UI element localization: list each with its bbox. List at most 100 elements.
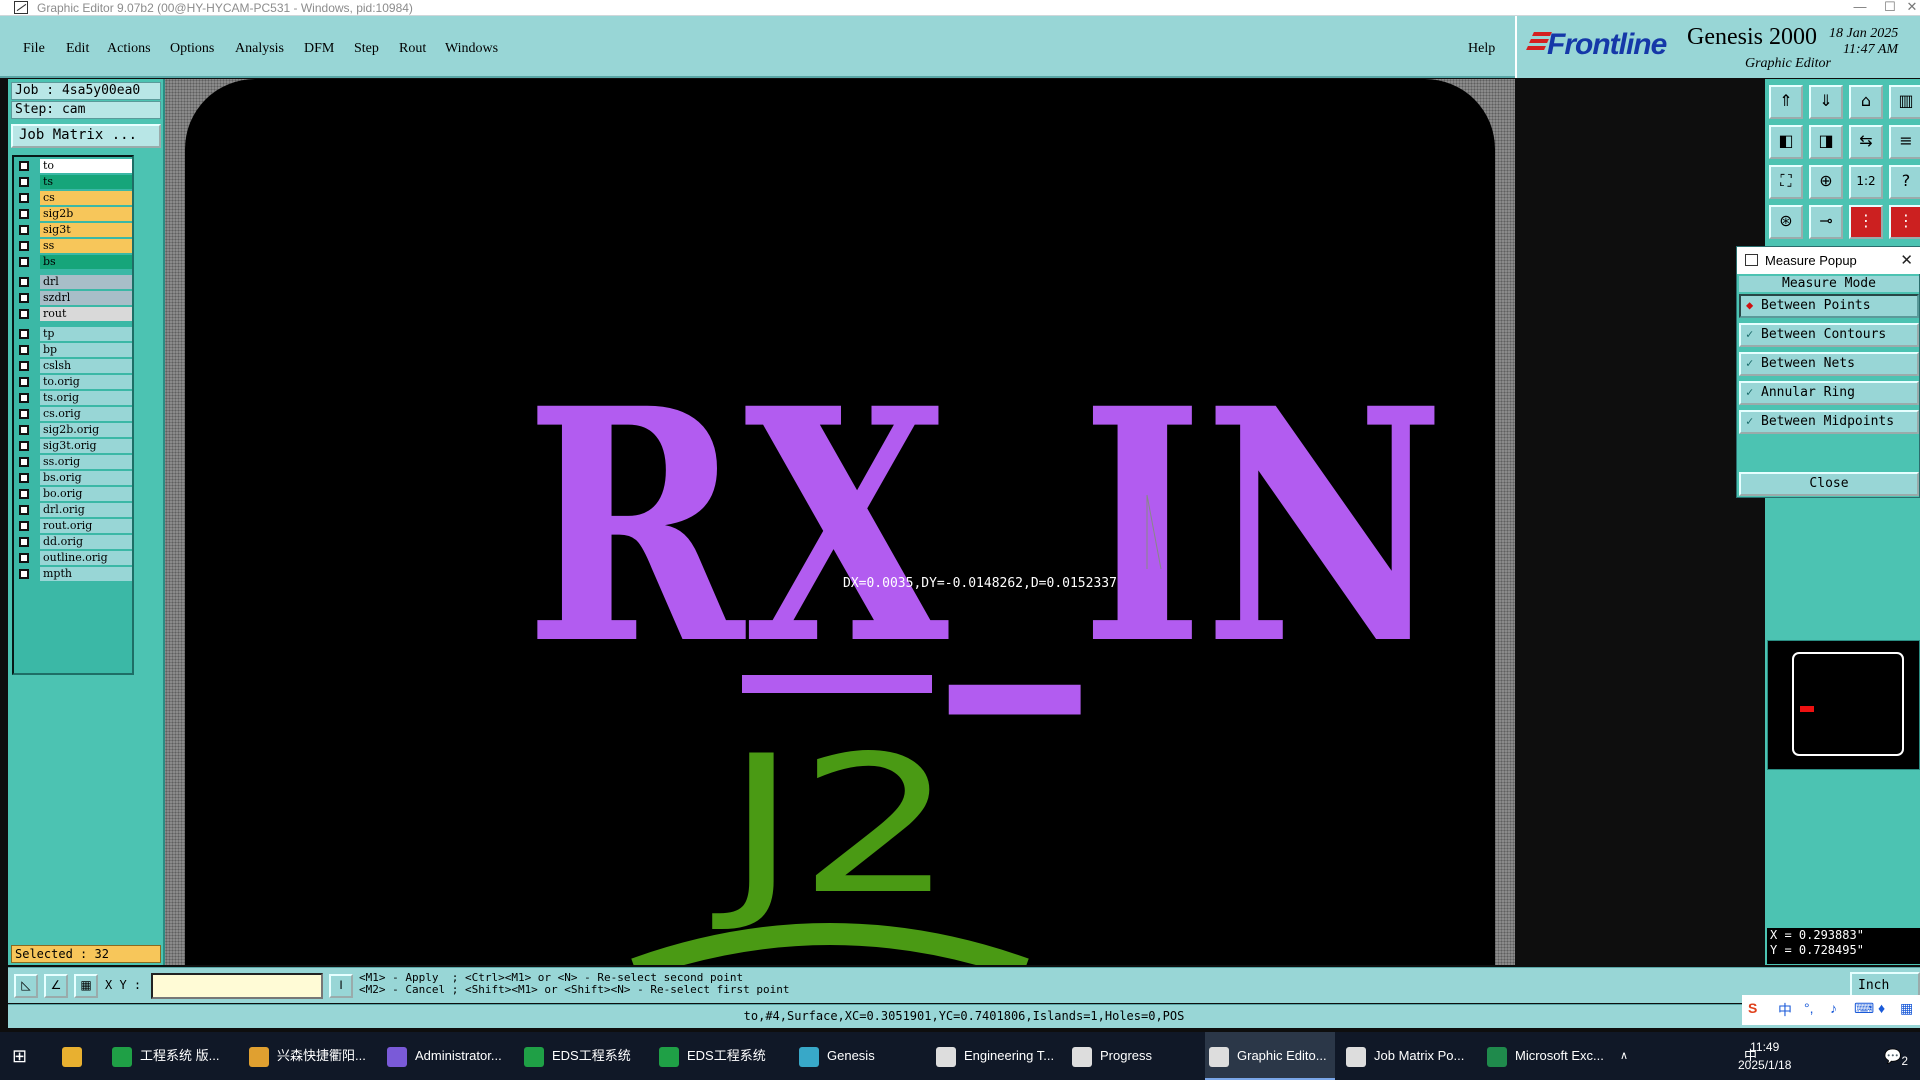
layer-name[interactable]: ts xyxy=(40,175,132,189)
pin-icon[interactable]: ⊸ xyxy=(1809,205,1843,239)
layer-row[interactable]: rout.orig xyxy=(16,519,132,533)
measure-option[interactable]: ◆ Between Points xyxy=(1739,294,1919,318)
layer-name[interactable]: cs.orig xyxy=(40,407,132,421)
layer-name[interactable]: drl.orig xyxy=(40,503,132,517)
layer-name[interactable]: ss xyxy=(40,239,132,253)
layer-checkbox[interactable] xyxy=(19,329,29,339)
menu-file[interactable]: File xyxy=(23,41,45,57)
pan-right-icon[interactable]: ◨ xyxy=(1809,125,1843,159)
layer-row[interactable]: ts xyxy=(16,175,132,189)
measure-option[interactable]: ✓ Annular Ring xyxy=(1739,381,1919,405)
layer-row[interactable]: ss.orig xyxy=(16,455,132,469)
ime-skin-icon[interactable]: ♦ xyxy=(1878,1000,1885,1016)
layer-row[interactable]: ss xyxy=(16,239,132,253)
layer-name[interactable]: sig2b xyxy=(40,207,132,221)
popup-close-button[interactable]: Close xyxy=(1739,472,1919,496)
layer-checkbox[interactable] xyxy=(19,409,29,419)
layer-name[interactable]: cslsh xyxy=(40,359,132,373)
layer-checkbox[interactable] xyxy=(19,193,29,203)
ime-keyboard-icon[interactable]: ⌨ xyxy=(1854,1000,1874,1017)
layer-checkbox[interactable] xyxy=(19,257,29,267)
layer-row[interactable]: sig3t xyxy=(16,223,132,237)
layer-checkbox[interactable] xyxy=(19,505,29,515)
menu-dfm[interactable]: DFM xyxy=(304,41,334,57)
menu-help[interactable]: Help xyxy=(1468,41,1495,57)
layer-checkbox[interactable] xyxy=(19,309,29,319)
taskbar-app-button[interactable]: 工程系统 版... xyxy=(108,1032,227,1080)
circuit-icon[interactable]: ⋮ xyxy=(1889,205,1920,239)
measure-option[interactable]: ✓ Between Nets xyxy=(1739,352,1919,376)
taskbar-app-button[interactable]: Engineering T... xyxy=(932,1032,1062,1080)
layer-row[interactable]: cs xyxy=(16,191,132,205)
layer-row[interactable]: cslsh xyxy=(16,359,132,373)
layer-checkbox[interactable] xyxy=(19,345,29,355)
taskbar-app-button[interactable]: Graphic Edito... xyxy=(1205,1032,1335,1080)
step-icon[interactable]: ≡ xyxy=(1889,125,1920,159)
help-icon[interactable]: ? xyxy=(1889,165,1920,199)
layer-name[interactable]: bo.orig xyxy=(40,487,132,501)
notification-icon[interactable]: 💬2 xyxy=(1884,1032,1908,1080)
layer-name[interactable]: to xyxy=(40,159,132,173)
layer-row[interactable]: tp xyxy=(16,327,132,341)
layer-name[interactable]: drl xyxy=(40,275,132,289)
layer-checkbox[interactable] xyxy=(19,177,29,187)
taskbar-clock[interactable]: 11:49 2025/1/18 xyxy=(1738,1038,1791,1074)
tray-chevron-icon[interactable]: ∧ xyxy=(1620,1032,1628,1080)
layer-checkbox[interactable] xyxy=(19,293,29,303)
layer-checkbox[interactable] xyxy=(19,393,29,403)
taskbar-app-button[interactable]: EDS工程系统 xyxy=(520,1032,639,1080)
swap-icon[interactable]: ⇆ xyxy=(1849,125,1883,159)
zoom-out-icon[interactable]: ⊕ xyxy=(1809,165,1843,199)
layer-name[interactable]: mpth xyxy=(40,567,132,581)
layer-checkbox[interactable] xyxy=(19,569,29,579)
layer-name[interactable]: rout.orig xyxy=(40,519,132,533)
layer-row[interactable]: to xyxy=(16,159,132,173)
ime-lang-indicator[interactable]: 中 xyxy=(1778,1000,1792,1020)
taskbar-app-button[interactable]: Administrator... xyxy=(383,1032,510,1080)
layer-name[interactable]: bp xyxy=(40,343,132,357)
layer-checkbox[interactable] xyxy=(19,441,29,451)
taskbar-app-button[interactable]: EDS工程系统 xyxy=(655,1032,774,1080)
taskbar-app-button[interactable]: Microsoft Exc... xyxy=(1483,1032,1612,1080)
layout-icon[interactable]: ▥ xyxy=(1889,85,1920,119)
taskbar-app-button[interactable]: Job Matrix Po... xyxy=(1342,1032,1472,1080)
layer-checkbox[interactable] xyxy=(19,209,29,219)
home-icon[interactable]: ⌂ xyxy=(1849,85,1883,119)
layer-row[interactable]: to.orig xyxy=(16,375,132,389)
layer-row[interactable]: drl.orig xyxy=(16,503,132,517)
ime-grid-icon[interactable]: ▦ xyxy=(1900,1000,1913,1017)
layer-checkbox[interactable] xyxy=(19,241,29,251)
layer-checkbox[interactable] xyxy=(19,361,29,371)
layer-name[interactable]: tp xyxy=(40,327,132,341)
layer-row[interactable]: szdrl xyxy=(16,291,132,305)
layer-row[interactable]: bp xyxy=(16,343,132,357)
snap-mode-icon[interactable]: ◺ xyxy=(14,974,38,998)
layer-row[interactable]: sig2b xyxy=(16,207,132,221)
menu-step[interactable]: Step xyxy=(354,41,379,57)
layer-name[interactable]: sig3t.orig xyxy=(40,439,132,453)
close-window-button[interactable]: ✕ xyxy=(1897,0,1920,15)
layer-name[interactable]: rout xyxy=(40,307,132,321)
layer-row[interactable]: sig3t.orig xyxy=(16,439,132,453)
layer-checkbox[interactable] xyxy=(19,537,29,547)
layer-checkbox[interactable] xyxy=(19,457,29,467)
layer-list[interactable]: to ts cs sig2b sig3t ss bs drl szdrl rout tp bp csls… xyxy=(12,155,134,675)
page-up-icon[interactable]: ⇑ xyxy=(1769,85,1803,119)
ime-punct-icon[interactable]: °, xyxy=(1804,1000,1814,1016)
layer-name[interactable]: cs xyxy=(40,191,132,205)
layer-checkbox[interactable] xyxy=(19,521,29,531)
menu-windows[interactable]: Windows xyxy=(445,41,498,57)
layer-name[interactable]: bs.orig xyxy=(40,471,132,485)
zoom-fit-icon[interactable]: ⛶ xyxy=(1769,165,1803,199)
measure-option[interactable]: ✓ Between Midpoints xyxy=(1739,410,1919,434)
layer-checkbox[interactable] xyxy=(19,161,29,171)
layer-row[interactable]: ts.orig xyxy=(16,391,132,405)
layer-name[interactable]: outline.orig xyxy=(40,551,132,565)
ime-toolbar[interactable]: S 中 °, ♪ ⌨ ♦ ▦ xyxy=(1742,995,1920,1025)
netlist-icon[interactable]: ⋮ xyxy=(1849,205,1883,239)
layer-name[interactable]: szdrl xyxy=(40,291,132,305)
layer-checkbox[interactable] xyxy=(19,277,29,287)
layer-name[interactable]: ts.orig xyxy=(40,391,132,405)
layer-name[interactable]: ss.orig xyxy=(40,455,132,469)
layer-checkbox[interactable] xyxy=(19,377,29,387)
